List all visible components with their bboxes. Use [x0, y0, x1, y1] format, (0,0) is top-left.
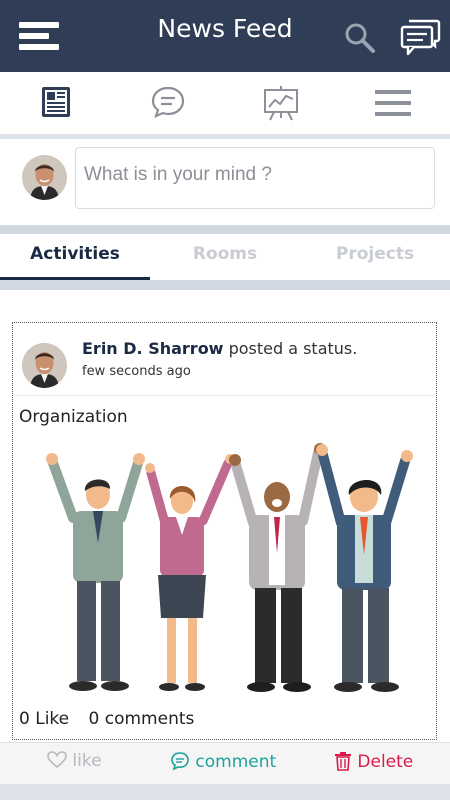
post-action-text: posted a status.	[228, 339, 358, 358]
status-composer: What is in your mind ?	[0, 139, 450, 225]
post-image[interactable]	[43, 443, 413, 703]
trash-icon	[334, 752, 357, 772]
messages-icon[interactable]	[399, 15, 441, 57]
user-avatar[interactable]	[22, 155, 67, 200]
status-input[interactable]: What is in your mind ?	[75, 147, 435, 209]
delete-label: Delete	[357, 752, 414, 772]
heart-icon	[47, 751, 72, 771]
like-count[interactable]: 0 Like	[19, 709, 69, 729]
divider	[0, 280, 450, 290]
bottom-spacer	[0, 784, 450, 800]
post-card: Erin D. Sharrow posted a status. few sec…	[12, 322, 437, 740]
like-label: like	[72, 751, 102, 771]
post-timestamp: few seconds ago	[82, 364, 191, 379]
menu-lines-icon[interactable]	[375, 88, 411, 122]
post-text: Organization	[19, 407, 128, 427]
post-header: Erin D. Sharrow posted a status.	[82, 339, 357, 358]
icon-nav-bar	[0, 72, 450, 134]
feed-tabs: Activities Rooms Projects	[0, 234, 450, 280]
feed-content: Erin D. Sharrow posted a status. few sec…	[0, 290, 450, 750]
tab-activities[interactable]: Activities	[0, 244, 150, 264]
divider	[0, 225, 450, 234]
search-icon[interactable]	[343, 21, 377, 55]
delete-button[interactable]: Delete	[334, 751, 413, 772]
app-header: News Feed	[0, 0, 450, 72]
tab-projects[interactable]: Projects	[300, 244, 450, 264]
newspaper-icon[interactable]	[38, 84, 74, 124]
divider	[13, 395, 436, 396]
page-title: News Feed	[157, 14, 293, 43]
comment-label: comment	[195, 752, 277, 772]
comment-button[interactable]: comment	[170, 751, 276, 772]
chart-board-icon[interactable]	[262, 84, 300, 126]
like-button[interactable]: like	[47, 751, 102, 771]
author-name[interactable]: Erin D. Sharrow	[82, 339, 223, 358]
post-actions: like comment Delete	[0, 742, 450, 785]
tab-rooms[interactable]: Rooms	[150, 244, 300, 264]
post-stats: 0 Like 0 comments	[19, 709, 208, 729]
chat-bubble-icon[interactable]	[150, 84, 186, 124]
comment-icon	[170, 752, 195, 772]
author-avatar[interactable]	[22, 343, 67, 388]
comment-count[interactable]: 0 comments	[89, 709, 195, 729]
